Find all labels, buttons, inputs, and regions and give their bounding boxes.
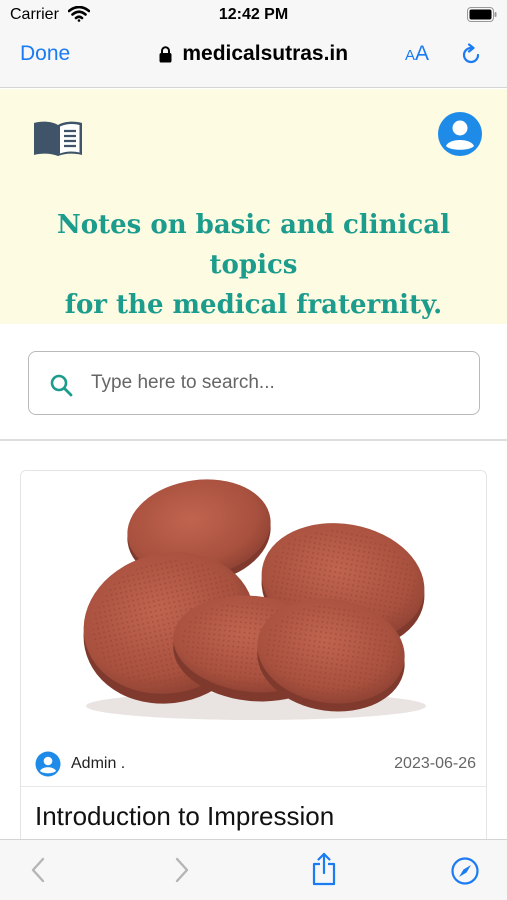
text-size-small-label: A bbox=[405, 47, 416, 64]
post-thumbnail[interactable] bbox=[21, 471, 487, 741]
user-icon[interactable] bbox=[437, 111, 483, 157]
share-icon[interactable] bbox=[311, 852, 337, 886]
clock: 12:42 PM bbox=[218, 6, 289, 23]
address-bar[interactable]: medicalsutras.in bbox=[0, 42, 507, 66]
post-meta: Admin . 2023-06-26 bbox=[21, 741, 486, 787]
tagline-line-1: Notes on basic and clinical topics bbox=[57, 210, 450, 280]
post-title[interactable]: Introduction to Impression bbox=[35, 801, 334, 832]
search-box[interactable] bbox=[28, 351, 480, 415]
lock-icon bbox=[159, 45, 172, 62]
text-size-large-label: A bbox=[415, 42, 430, 65]
post-date: 2023-06-26 bbox=[394, 755, 476, 772]
avatar-icon bbox=[35, 751, 61, 777]
forward-icon[interactable] bbox=[174, 857, 190, 883]
author-name[interactable]: Admin . bbox=[71, 755, 125, 773]
browser-toolbar bbox=[0, 839, 507, 900]
browser-bar: Done medicalsutras.in AA bbox=[0, 30, 507, 88]
back-icon[interactable] bbox=[30, 857, 46, 883]
search-input[interactable] bbox=[91, 366, 461, 400]
post-card[interactable]: Admin . 2023-06-26 Introduction to Impre… bbox=[20, 470, 487, 890]
url-text: medicalsutras.in bbox=[182, 42, 349, 65]
reload-icon[interactable] bbox=[459, 43, 483, 67]
search-icon bbox=[50, 374, 73, 397]
compass-icon[interactable] bbox=[451, 857, 479, 885]
tagline-line-2: for the medical fraternity. bbox=[64, 290, 443, 320]
book-icon[interactable] bbox=[33, 119, 83, 157]
text-size-button[interactable]: AA bbox=[405, 42, 429, 66]
site-tagline: Notes on basic and clinical topics for t… bbox=[20, 205, 487, 325]
hero-banner: Notes on basic and clinical topics for t… bbox=[0, 89, 507, 324]
section-divider bbox=[0, 439, 507, 441]
status-bar: Carrier 12:42 PM bbox=[0, 0, 507, 30]
battery-icon bbox=[467, 7, 497, 22]
